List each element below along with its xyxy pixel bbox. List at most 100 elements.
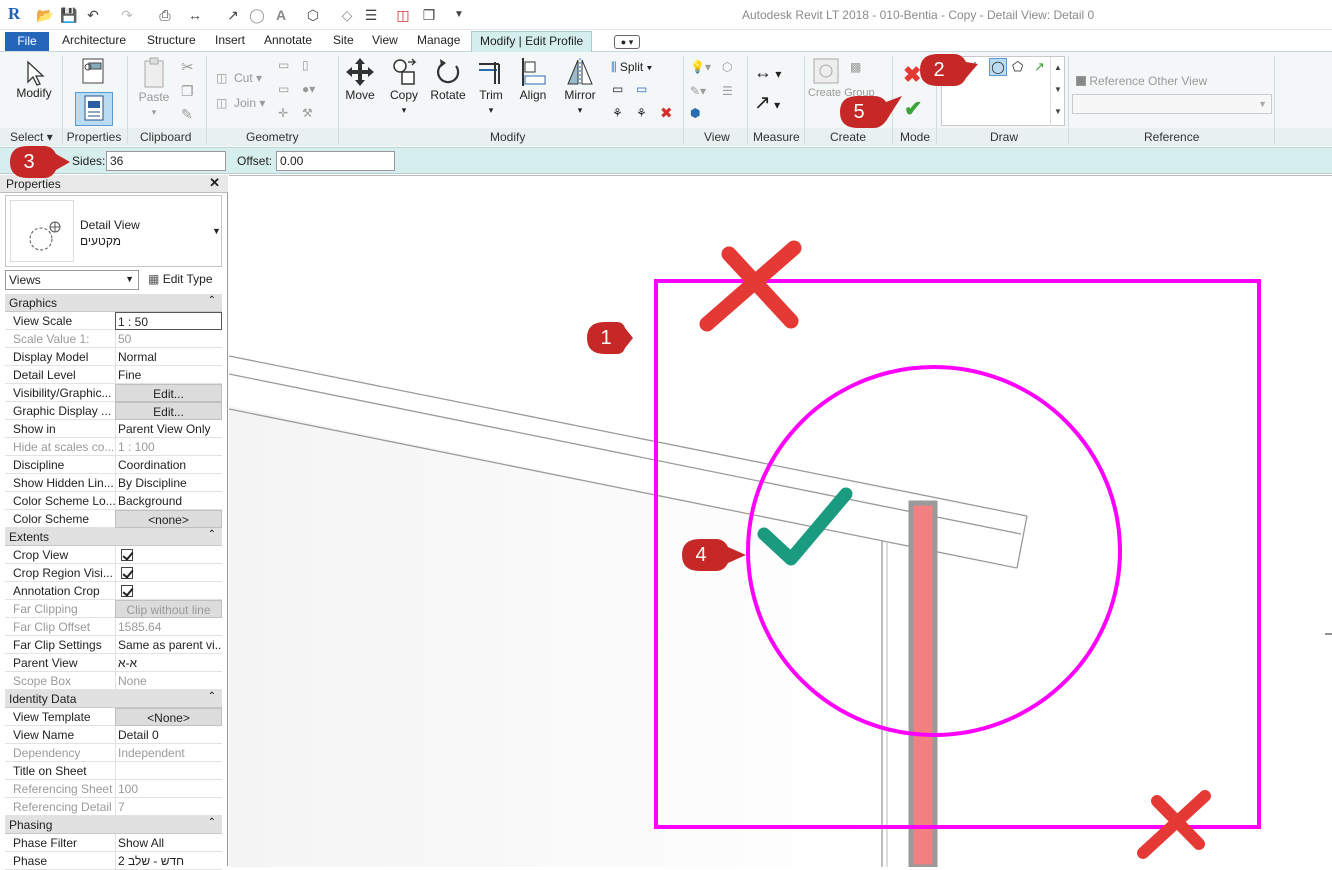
copy-button[interactable]: Copy ▾: [384, 56, 424, 116]
property-value[interactable]: א-א: [115, 654, 222, 672]
thin-lines-view-icon[interactable]: ☰: [722, 84, 733, 98]
dimension-icon[interactable]: ↗: [224, 6, 242, 24]
measure-between-icon[interactable]: ↔ ▾: [754, 62, 781, 83]
trim-button[interactable]: Trim ▾: [472, 56, 510, 116]
checkbox-checked-icon[interactable]: [121, 549, 133, 561]
checkbox-checked-icon[interactable]: [121, 585, 133, 597]
panel-toggle-icon[interactable]: ● ▾: [614, 35, 640, 49]
collapse-icon[interactable]: ⌃: [208, 529, 216, 540]
pick-icon[interactable]: ⚒: [302, 106, 313, 120]
align-button[interactable]: Align: [514, 56, 552, 102]
section-extents[interactable]: Extents ⌃: [5, 528, 222, 546]
finish-edit-mode-icon[interactable]: ✔: [904, 96, 922, 122]
edit-type-button[interactable]: ▦ Edit Type: [145, 270, 222, 290]
cut-profile-icon[interactable]: ⬢: [690, 106, 700, 120]
property-value[interactable]: Parent View Only: [115, 420, 222, 438]
delete-icon[interactable]: ✖: [660, 104, 673, 122]
tag-icon[interactable]: ◯: [248, 6, 266, 24]
demolish-icon[interactable]: ●▾: [302, 82, 315, 96]
property-value[interactable]: <none>: [115, 510, 222, 528]
unpin-icon[interactable]: ⚘: [636, 106, 647, 120]
text-icon[interactable]: A: [272, 6, 290, 24]
property-value[interactable]: Edit...: [115, 384, 222, 402]
thin-lines-icon[interactable]: ☰: [362, 6, 380, 24]
tab-insert[interactable]: Insert: [215, 33, 245, 47]
property-value[interactable]: [115, 582, 222, 600]
pin-icon[interactable]: ⚘: [612, 106, 623, 120]
section-icon[interactable]: ◇: [338, 6, 356, 24]
property-value[interactable]: <None>: [115, 708, 222, 726]
cancel-edit-mode-icon[interactable]: ✖: [903, 62, 921, 88]
tab-architecture[interactable]: Architecture: [62, 33, 126, 47]
checkbox-checked-icon[interactable]: [121, 567, 133, 579]
split-face-icon[interactable]: ▯: [302, 58, 309, 72]
tab-annotate[interactable]: Annotate: [264, 33, 312, 47]
property-value[interactable]: [115, 546, 222, 564]
property-value[interactable]: Edit...: [115, 402, 222, 420]
offset-icon[interactable]: ▭: [612, 82, 623, 96]
property-value[interactable]: Background: [115, 492, 222, 510]
3d-view-icon[interactable]: ⬡: [304, 6, 322, 24]
move-button[interactable]: Move: [340, 56, 380, 102]
pick-lines-icon[interactable]: ↗: [1034, 59, 1045, 75]
tab-file[interactable]: File: [5, 32, 49, 51]
section-identity[interactable]: Identity Data ⌃: [5, 690, 222, 708]
collapse-icon[interactable]: ⌃: [208, 691, 216, 702]
tab-structure[interactable]: Structure: [147, 33, 196, 47]
section-phasing[interactable]: Phasing ⌃: [5, 816, 222, 834]
property-value[interactable]: Coordination: [115, 456, 222, 474]
reference-view-dropdown[interactable]: ▼: [1072, 94, 1272, 114]
property-value[interactable]: חדש - שלב 2: [115, 852, 222, 870]
property-value[interactable]: Same as parent vi...: [115, 636, 222, 654]
close-hidden-icon[interactable]: ◫: [394, 6, 412, 24]
match-properties-icon[interactable]: ✎: [181, 106, 193, 123]
property-value[interactable]: Fine: [115, 366, 222, 384]
tab-site[interactable]: Site: [333, 33, 354, 47]
type-selector[interactable]: Detail View מקטעים ▼: [5, 195, 222, 267]
draw-polygon-icon[interactable]: ⬠: [1012, 59, 1023, 75]
offset-input[interactable]: 0.00: [276, 151, 395, 171]
rotate-button[interactable]: Rotate: [428, 56, 468, 102]
save-icon[interactable]: 💾: [60, 6, 78, 24]
linework-view-icon[interactable]: ✎▾: [690, 84, 706, 98]
properties-button[interactable]: [75, 92, 113, 126]
tab-view[interactable]: View: [372, 33, 398, 47]
mirror-button[interactable]: Mirror ▾: [558, 56, 602, 116]
property-value[interactable]: Detail 0: [115, 726, 222, 744]
property-value[interactable]: Normal: [115, 348, 222, 366]
property-value[interactable]: [115, 762, 222, 780]
type-dropdown-arrow-icon[interactable]: ▼: [212, 226, 221, 236]
paste-button[interactable]: Paste ▾: [134, 56, 174, 118]
collapse-icon[interactable]: ⌃: [208, 817, 216, 828]
copy-clipboard-icon[interactable]: ❐: [181, 83, 194, 100]
split-button[interactable]: ⫼ Split ▾: [611, 60, 652, 75]
drawing-canvas[interactable]: [229, 175, 1332, 867]
paint-icon[interactable]: ▭: [278, 82, 289, 96]
close-icon[interactable]: ✕: [209, 175, 220, 191]
instance-filter-dropdown[interactable]: Views ▼: [5, 270, 139, 290]
tab-modify-edit-profile[interactable]: Modify | Edit Profile: [471, 31, 593, 52]
create-group-button[interactable]: Create Group: [808, 56, 875, 100]
property-value[interactable]: By Discipline: [115, 474, 222, 492]
scale-icon[interactable]: ▭: [636, 82, 647, 96]
open-icon[interactable]: 📂: [36, 6, 54, 24]
print-icon[interactable]: ⎙: [156, 6, 174, 24]
wall-joins-icon[interactable]: ▭: [278, 58, 289, 72]
hide-element-icon[interactable]: 💡▾: [690, 60, 711, 74]
measure-icon[interactable]: ↔: [186, 6, 204, 24]
create-similar-icon[interactable]: ▩: [850, 60, 861, 74]
draw-circle-icon[interactable]: ◯: [989, 58, 1007, 76]
tab-manage[interactable]: Manage: [417, 33, 460, 47]
property-value[interactable]: [115, 564, 222, 582]
cut-geometry-button[interactable]: Cut ▾: [234, 71, 262, 85]
switch-windows-icon[interactable]: ❐: [420, 6, 438, 24]
join-geometry-button[interactable]: Join ▾: [234, 96, 265, 110]
linework-icon[interactable]: ✛: [278, 106, 288, 120]
section-graphics[interactable]: Graphics ⌃: [5, 294, 222, 312]
undo-icon[interactable]: ↶: [84, 6, 102, 24]
cope-icon[interactable]: ◫: [216, 71, 227, 85]
collapse-icon[interactable]: ⌃: [208, 295, 216, 306]
draw-gallery-scroll[interactable]: ▲ ▼ ▼: [1050, 57, 1065, 126]
override-graphics-icon[interactable]: ⬡: [722, 60, 732, 74]
app-logo-icon[interactable]: R: [8, 4, 20, 24]
